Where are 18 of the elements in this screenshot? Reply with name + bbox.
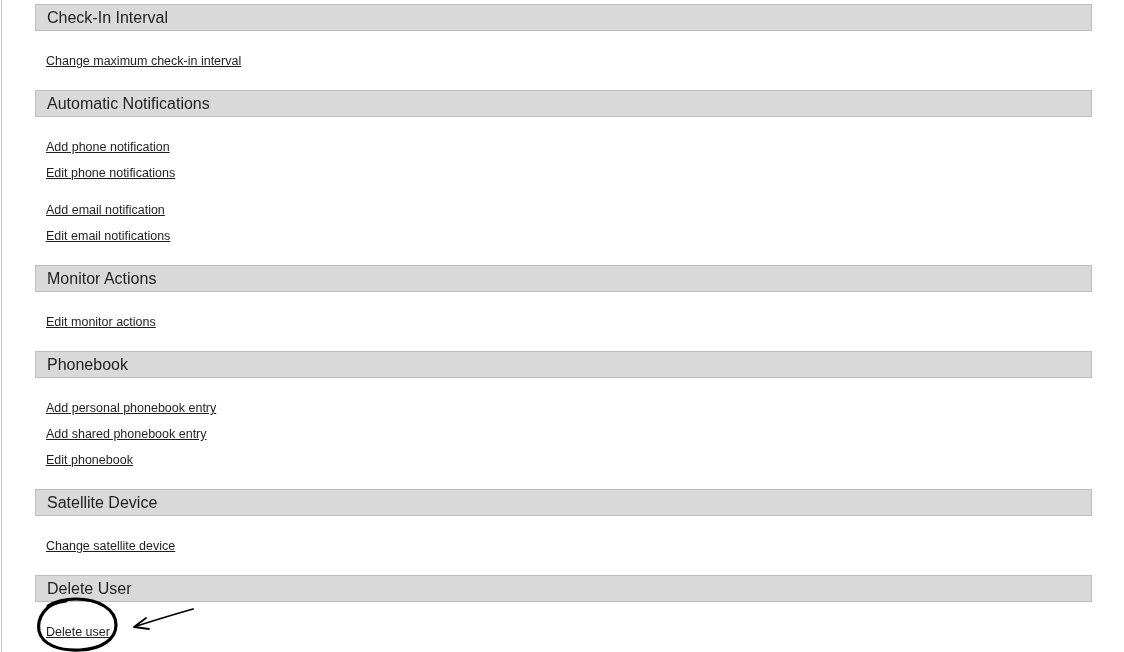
link[interactable]: Add phone notification — [46, 140, 170, 154]
link[interactable]: Change satellite device — [46, 539, 176, 553]
section-header: Automatic Notifications — [35, 90, 1092, 117]
link[interactable]: Add personal phonebook entry — [46, 401, 217, 415]
section-header: Check-In Interval — [35, 4, 1092, 31]
link[interactable]: Edit phonebook — [46, 453, 133, 467]
link[interactable]: Change maximum check-in interval — [46, 54, 242, 68]
link[interactable]: Add shared phonebook entry — [46, 427, 207, 441]
arrow-annotation — [132, 608, 194, 630]
section-header: Delete User — [35, 575, 1092, 602]
section-header: Monitor Actions — [35, 265, 1092, 292]
section-header: Satellite Device — [35, 489, 1092, 516]
link[interactable]: Delete user — [46, 625, 110, 639]
link[interactable]: Edit monitor actions — [46, 315, 156, 329]
link[interactable]: Edit email notifications — [46, 229, 171, 243]
section-header: Phonebook — [35, 351, 1092, 378]
link[interactable]: Add email notification — [46, 203, 165, 217]
link[interactable]: Edit phone notifications — [46, 166, 176, 180]
